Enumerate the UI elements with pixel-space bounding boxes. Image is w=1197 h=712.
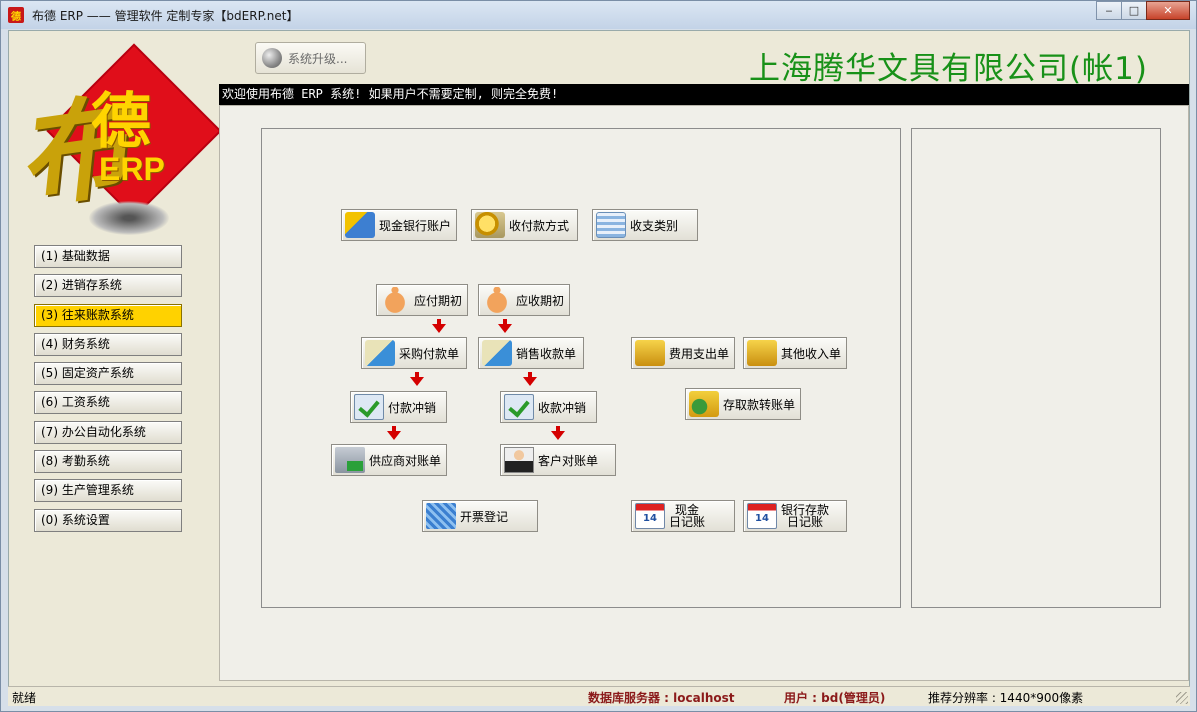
brand-logo: 布 德 ERP <box>9 41 219 256</box>
status-db-server: 数据库服务器 : localhost <box>588 691 735 705</box>
payable-opening-button[interactable]: 应付期初 <box>376 284 468 316</box>
checkmark-icon <box>504 394 534 420</box>
money-icon <box>365 340 395 366</box>
sidebar-item-inventory[interactable]: (2) 进销存系统 <box>34 274 182 298</box>
transfer-icon <box>689 391 719 417</box>
supplier-statement-label: 供应商对账单 <box>369 453 442 468</box>
cash-bank-account-label: 现金银行账户 <box>379 218 452 233</box>
window-controls: ‒ □ ✕ <box>1096 1 1190 20</box>
system-upgrade-label: 系统升级... <box>288 51 348 66</box>
sidebar-item-payroll[interactable]: (6) 工资系统 <box>34 391 182 415</box>
sidebar-item-office[interactable]: (7) 办公自动化系统 <box>34 420 182 444</box>
window-title: 布德 ERP —— 管理软件 定制专家【bdERP.net】 <box>32 8 299 23</box>
category-icon <box>596 212 626 238</box>
invoice-icon <box>426 503 456 529</box>
receivable-opening-button[interactable]: 应收期初 <box>478 284 570 316</box>
footprint-icon <box>380 287 410 313</box>
function-panel: 现金银行账户 收付款方式 收支类别 应付期初 应收期初 采购付款单 销售收款单 … <box>261 128 901 608</box>
invoice-register-button[interactable]: 开票登记 <box>422 500 538 532</box>
cash-bank-icon <box>345 212 375 238</box>
calendar-icon <box>635 503 665 529</box>
globe-icon <box>262 48 282 68</box>
logo-erp-text: ERP <box>99 151 165 187</box>
bank-journal-line2: 日记账 <box>787 515 824 529</box>
invoice-register-label: 开票登记 <box>460 509 509 524</box>
sidebar-item-settings[interactable]: (0) 系统设置 <box>34 508 182 532</box>
gold-bars-icon <box>635 340 665 366</box>
flow-arrow-icon <box>523 372 537 386</box>
payment-method-label: 收付款方式 <box>509 218 570 233</box>
money-icon <box>482 340 512 366</box>
payable-opening-label: 应付期初 <box>414 293 463 308</box>
cash-bank-account-button[interactable]: 现金银行账户 <box>341 209 457 241</box>
sidebar-item-accounts[interactable]: (3) 往来账款系统 <box>34 303 182 327</box>
sidebar-item-basic-data[interactable]: (1) 基础数据 <box>34 245 182 268</box>
receivable-opening-label: 应收期初 <box>516 293 565 308</box>
purchase-payment-label: 采购付款单 <box>399 346 460 361</box>
customer-statement-label: 客户对账单 <box>538 453 599 468</box>
sales-receipt-button[interactable]: 销售收款单 <box>478 337 584 369</box>
minimize-button[interactable]: ‒ <box>1096 1 1122 20</box>
app-window: 德 布德 ERP —— 管理软件 定制专家【bdERP.net】 ‒ □ ✕ 布… <box>0 0 1197 712</box>
income-expense-category-label: 收支类别 <box>630 218 679 233</box>
sidebar-menu: (1) 基础数据 (2) 进销存系统 (3) 往来账款系统 (4) 财务系统 (… <box>34 245 182 538</box>
status-bar: 就绪 数据库服务器 : localhost 用户 : bd(管理员) 推荐分辨率… <box>8 686 1190 706</box>
welcome-marquee: 欢迎使用布德 ERP 系统! 如果用户不需要定制, 则完全免费! <box>219 84 1189 105</box>
close-button[interactable]: ✕ <box>1146 1 1190 20</box>
main-area: 现金银行账户 收付款方式 收支类别 应付期初 应收期初 采购付款单 销售收款单 … <box>219 105 1189 681</box>
income-expense-category-button[interactable]: 收支类别 <box>592 209 698 241</box>
status-resolution: 推荐分辨率 : 1440*900像素 <box>928 691 1084 705</box>
supplier-statement-button[interactable]: 供应商对账单 <box>331 444 447 476</box>
deposit-transfer-label: 存取款转账单 <box>723 397 796 412</box>
other-income-label: 其他收入单 <box>781 346 842 361</box>
system-upgrade-button[interactable]: 系统升级... <box>255 42 366 74</box>
other-income-button[interactable]: 其他收入单 <box>743 337 847 369</box>
side-info-panel <box>911 128 1161 608</box>
cash-journal-label: 现金 日记账 <box>669 504 705 528</box>
truck-icon <box>335 447 365 473</box>
expense-bill-label: 费用支出单 <box>669 346 730 361</box>
title-bar[interactable]: 德 布德 ERP —— 管理软件 定制专家【bdERP.net】 ‒ □ ✕ <box>1 1 1196 29</box>
flow-arrow-icon <box>432 319 446 333</box>
bank-journal-label: 银行存款 日记账 <box>781 504 829 528</box>
sidebar-item-attendance[interactable]: (8) 考勤系统 <box>34 450 182 474</box>
gold-bars-icon <box>747 340 777 366</box>
expense-bill-button[interactable]: 费用支出单 <box>631 337 735 369</box>
client-area: 布 德 ERP (1) 基础数据 (2) 进销存系统 (3) 往来账款系统 (4… <box>8 30 1190 706</box>
checkmark-icon <box>354 394 384 420</box>
flow-arrow-icon <box>498 319 512 333</box>
receipt-writeoff-label: 收款冲销 <box>538 400 587 415</box>
customer-statement-button[interactable]: 客户对账单 <box>500 444 616 476</box>
coins-icon <box>475 212 505 238</box>
sidebar-item-fixed-assets[interactable]: (5) 固定资产系统 <box>34 362 182 386</box>
calendar-icon <box>747 503 777 529</box>
sales-receipt-label: 销售收款单 <box>516 346 577 361</box>
person-icon <box>504 447 534 473</box>
flow-arrow-icon <box>387 426 401 440</box>
receipt-writeoff-button[interactable]: 收款冲销 <box>500 391 597 423</box>
status-ready: 就绪 <box>12 691 37 705</box>
payment-method-button[interactable]: 收付款方式 <box>471 209 578 241</box>
payment-writeoff-label: 付款冲销 <box>388 400 437 415</box>
logo-de-char: 德 <box>91 87 151 157</box>
maximize-button[interactable]: □ <box>1121 1 1147 20</box>
bank-journal-button[interactable]: 银行存款 日记账 <box>743 500 847 532</box>
company-name: 上海腾华文具有限公司(帐1) <box>749 51 1148 87</box>
status-user: 用户 : bd(管理员) <box>784 691 886 705</box>
deposit-transfer-button[interactable]: 存取款转账单 <box>685 388 801 420</box>
payment-writeoff-button[interactable]: 付款冲销 <box>350 391 447 423</box>
flow-arrow-icon <box>551 426 565 440</box>
cash-journal-line2: 日记账 <box>669 515 706 529</box>
flow-arrow-icon <box>410 372 424 386</box>
sidebar-item-production[interactable]: (9) 生产管理系统 <box>34 479 182 503</box>
cash-journal-button[interactable]: 现金 日记账 <box>631 500 735 532</box>
resize-grip-icon[interactable] <box>1176 692 1188 704</box>
sidebar-item-finance[interactable]: (4) 财务系统 <box>34 332 182 356</box>
app-icon: 德 <box>8 7 24 23</box>
purchase-payment-button[interactable]: 采购付款单 <box>361 337 467 369</box>
footprint-icon <box>482 287 512 313</box>
